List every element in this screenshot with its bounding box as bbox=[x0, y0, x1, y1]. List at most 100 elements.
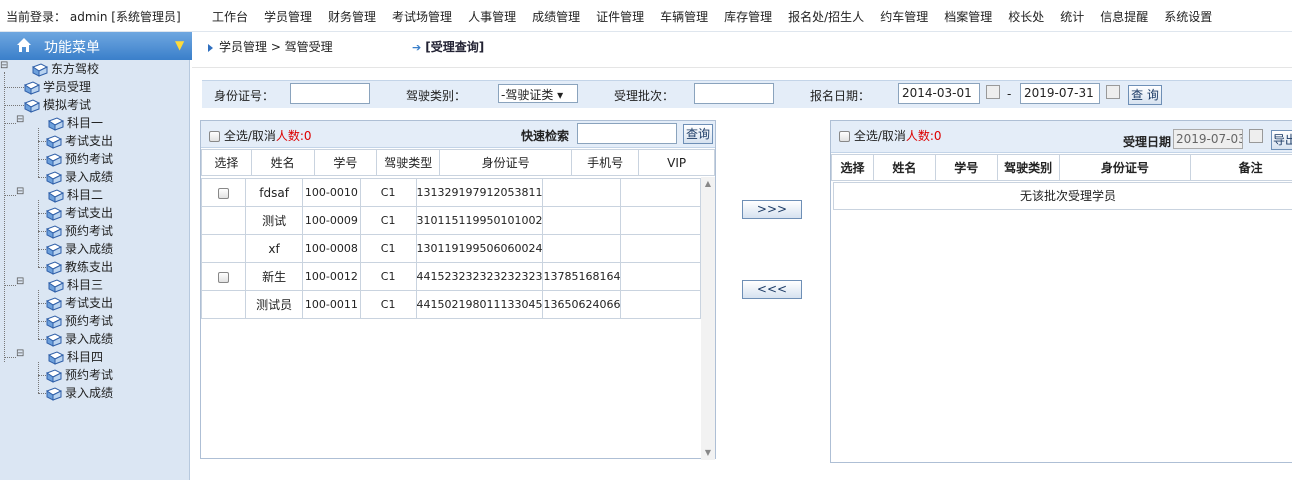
book-icon bbox=[31, 62, 49, 77]
menu-item[interactable]: 考试支出 bbox=[45, 294, 113, 312]
menu-subject[interactable]: 科目三 bbox=[47, 276, 103, 294]
collapse-icon[interactable]: ⊟ bbox=[16, 276, 24, 287]
left-select-all[interactable]: 全选/取消人数:0 bbox=[209, 127, 312, 144]
login-role: [系统管理员] bbox=[111, 10, 181, 24]
sidebar-header[interactable]: 功能菜单 ▼ bbox=[0, 32, 192, 60]
collapse-icon[interactable]: ⊟ bbox=[0, 60, 8, 71]
table-row[interactable]: xf 100-0008 C1 130119199506060024 bbox=[200, 234, 701, 263]
menu-item[interactable]: 预约考试 bbox=[45, 222, 113, 240]
quick-search-input[interactable] bbox=[577, 123, 677, 144]
menu-item[interactable]: 预约考试 bbox=[45, 150, 113, 168]
move-left-button[interactable]: <<< bbox=[742, 280, 802, 299]
column-header: 驾驶类别 bbox=[996, 154, 1060, 181]
date-to-input[interactable]: 2019-07-31 bbox=[1020, 83, 1100, 104]
calendar-icon[interactable] bbox=[986, 85, 1000, 99]
nav-item[interactable]: 校长处 bbox=[1008, 8, 1044, 25]
scroll-up-icon[interactable]: ▲ bbox=[701, 177, 715, 191]
row-select-cell[interactable] bbox=[200, 290, 247, 319]
menu-item[interactable]: 考试支出 bbox=[45, 204, 113, 222]
id-input[interactable] bbox=[290, 83, 370, 104]
accept-date-input[interactable]: 2019-07-03 bbox=[1173, 129, 1243, 149]
nav-item[interactable]: 财务管理 bbox=[328, 8, 376, 25]
menu-label: 科目二 bbox=[67, 188, 104, 202]
tree-line bbox=[38, 231, 46, 232]
nav-item[interactable]: 约车管理 bbox=[880, 8, 928, 25]
tree-line bbox=[38, 362, 39, 393]
nav-item[interactable]: 统计 bbox=[1060, 8, 1084, 25]
menu-label: 科目四 bbox=[67, 350, 104, 364]
nav-item[interactable]: 档案管理 bbox=[944, 8, 992, 25]
nav-item[interactable]: 考试场管理 bbox=[392, 8, 452, 25]
collapse-arrow-icon[interactable]: ▼ bbox=[175, 38, 184, 52]
nav-item[interactable]: 车辆管理 bbox=[660, 8, 708, 25]
move-right-button[interactable]: >>> bbox=[742, 200, 802, 219]
collapse-icon[interactable]: ⊟ bbox=[16, 186, 24, 197]
row-select-cell[interactable] bbox=[200, 262, 247, 291]
left-table-body: fdsaf 100-0010 C1 131329197912053811 测试 100-0… bbox=[200, 178, 701, 319]
menu-item[interactable]: 模拟考试 bbox=[23, 96, 91, 114]
nav-item[interactable]: 证件管理 bbox=[596, 8, 644, 25]
login-info: 当前登录： admin [系统管理员] bbox=[6, 8, 181, 25]
menu-item[interactable]: 录入成绩 bbox=[45, 330, 113, 348]
cell-name: 新生 bbox=[245, 262, 304, 291]
tree-line bbox=[38, 303, 46, 304]
collapse-icon[interactable]: ⊟ bbox=[16, 348, 24, 359]
calendar-icon[interactable] bbox=[1249, 129, 1263, 143]
main-content: 学员管理 > 驾管受理 ➔ [受理查询] 身份证号： 驾驶类别： -驾驶证类 ▾ … bbox=[192, 32, 1292, 480]
nav-item[interactable]: 人事管理 bbox=[468, 8, 516, 25]
date-from-input[interactable]: 2014-03-01 bbox=[898, 83, 980, 104]
batch-input[interactable] bbox=[694, 83, 774, 104]
menu-item[interactable]: 学员受理 bbox=[23, 78, 91, 96]
table-row[interactable]: 测试 100-0009 C1 310115119950101002 bbox=[200, 206, 701, 235]
collapse-icon[interactable]: ⊟ bbox=[16, 114, 24, 125]
tree-line bbox=[38, 339, 46, 340]
book-icon bbox=[45, 260, 63, 275]
book-icon bbox=[23, 80, 41, 95]
row-select-cell[interactable] bbox=[200, 234, 247, 263]
nav-item[interactable]: 库存管理 bbox=[724, 8, 772, 25]
checkbox[interactable] bbox=[209, 131, 220, 142]
table-row[interactable]: 测试员 100-0011 C1 441502198011133045 136506240… bbox=[200, 290, 701, 319]
menu-item[interactable]: 录入成绩 bbox=[45, 168, 113, 186]
query-button[interactable]: 查 询 bbox=[1128, 85, 1162, 105]
scroll-down-icon[interactable]: ▼ bbox=[701, 446, 715, 460]
menu-item[interactable]: 预约考试 bbox=[45, 312, 114, 330]
arrow-icon: ➔ bbox=[412, 41, 422, 54]
cell-id: 441502198011133045 bbox=[415, 290, 544, 319]
calendar-icon[interactable] bbox=[1106, 85, 1120, 99]
menu-item[interactable]: 考试支出 bbox=[45, 132, 113, 150]
menu-subject[interactable]: 科目四 bbox=[47, 348, 104, 366]
table-row[interactable]: fdsaf 100-0010 C1 131329197912053811 bbox=[200, 178, 701, 207]
checkbox[interactable] bbox=[218, 187, 230, 199]
menu-label: 预约考试 bbox=[65, 314, 114, 328]
nav-item[interactable]: 成绩管理 bbox=[532, 8, 580, 25]
menu-subject[interactable]: 科目二 bbox=[47, 186, 104, 204]
right-header-table: 选择 姓名 学号 驾驶类别 身份证号 备注 bbox=[831, 154, 1292, 181]
cell-phone bbox=[542, 234, 622, 263]
menu-root[interactable]: 东方驾校 bbox=[31, 60, 99, 78]
type-select[interactable]: -驾驶证类 ▾ bbox=[498, 84, 578, 103]
accept-date-label: 受理日期 bbox=[1123, 135, 1172, 149]
nav-item[interactable]: 信息提醒 bbox=[1100, 8, 1148, 25]
student-list-panel: 全选/取消人数:0 快速检索 查询 选择 姓名 学号 驾驶类型 身份证号 手机号 VIP f… bbox=[200, 120, 716, 460]
export-button[interactable]: 导出 bbox=[1271, 130, 1292, 150]
row-select-cell[interactable] bbox=[200, 178, 247, 207]
column-header: 手机号 bbox=[571, 149, 640, 176]
scrollbar[interactable]: ▲ ▼ bbox=[701, 177, 715, 460]
nav-item[interactable]: 报名处/招生人 bbox=[788, 8, 864, 25]
checkbox[interactable] bbox=[839, 131, 850, 142]
table-row[interactable]: 新生 100-0012 C1 441523232323232323 1378516816… bbox=[200, 262, 701, 291]
menu-subject[interactable]: 科目一 bbox=[47, 114, 103, 132]
menu-item[interactable]: 教练支出 bbox=[45, 258, 113, 276]
cell-no: 100-0012 bbox=[302, 262, 361, 291]
checkbox[interactable] bbox=[218, 271, 230, 283]
quick-search-button[interactable]: 查询 bbox=[683, 124, 713, 144]
menu-item[interactable]: 预约考试 bbox=[45, 366, 113, 384]
menu-item[interactable]: 录入成绩 bbox=[45, 384, 113, 402]
nav-item[interactable]: 系统设置 bbox=[1164, 8, 1212, 25]
right-select-all[interactable]: 全选/取消人数:0 bbox=[839, 127, 942, 144]
nav-item[interactable]: 工作台 bbox=[212, 8, 248, 25]
menu-item[interactable]: 录入成绩 bbox=[45, 240, 113, 258]
row-select-cell[interactable] bbox=[200, 206, 247, 235]
nav-item[interactable]: 学员管理 bbox=[264, 8, 312, 25]
